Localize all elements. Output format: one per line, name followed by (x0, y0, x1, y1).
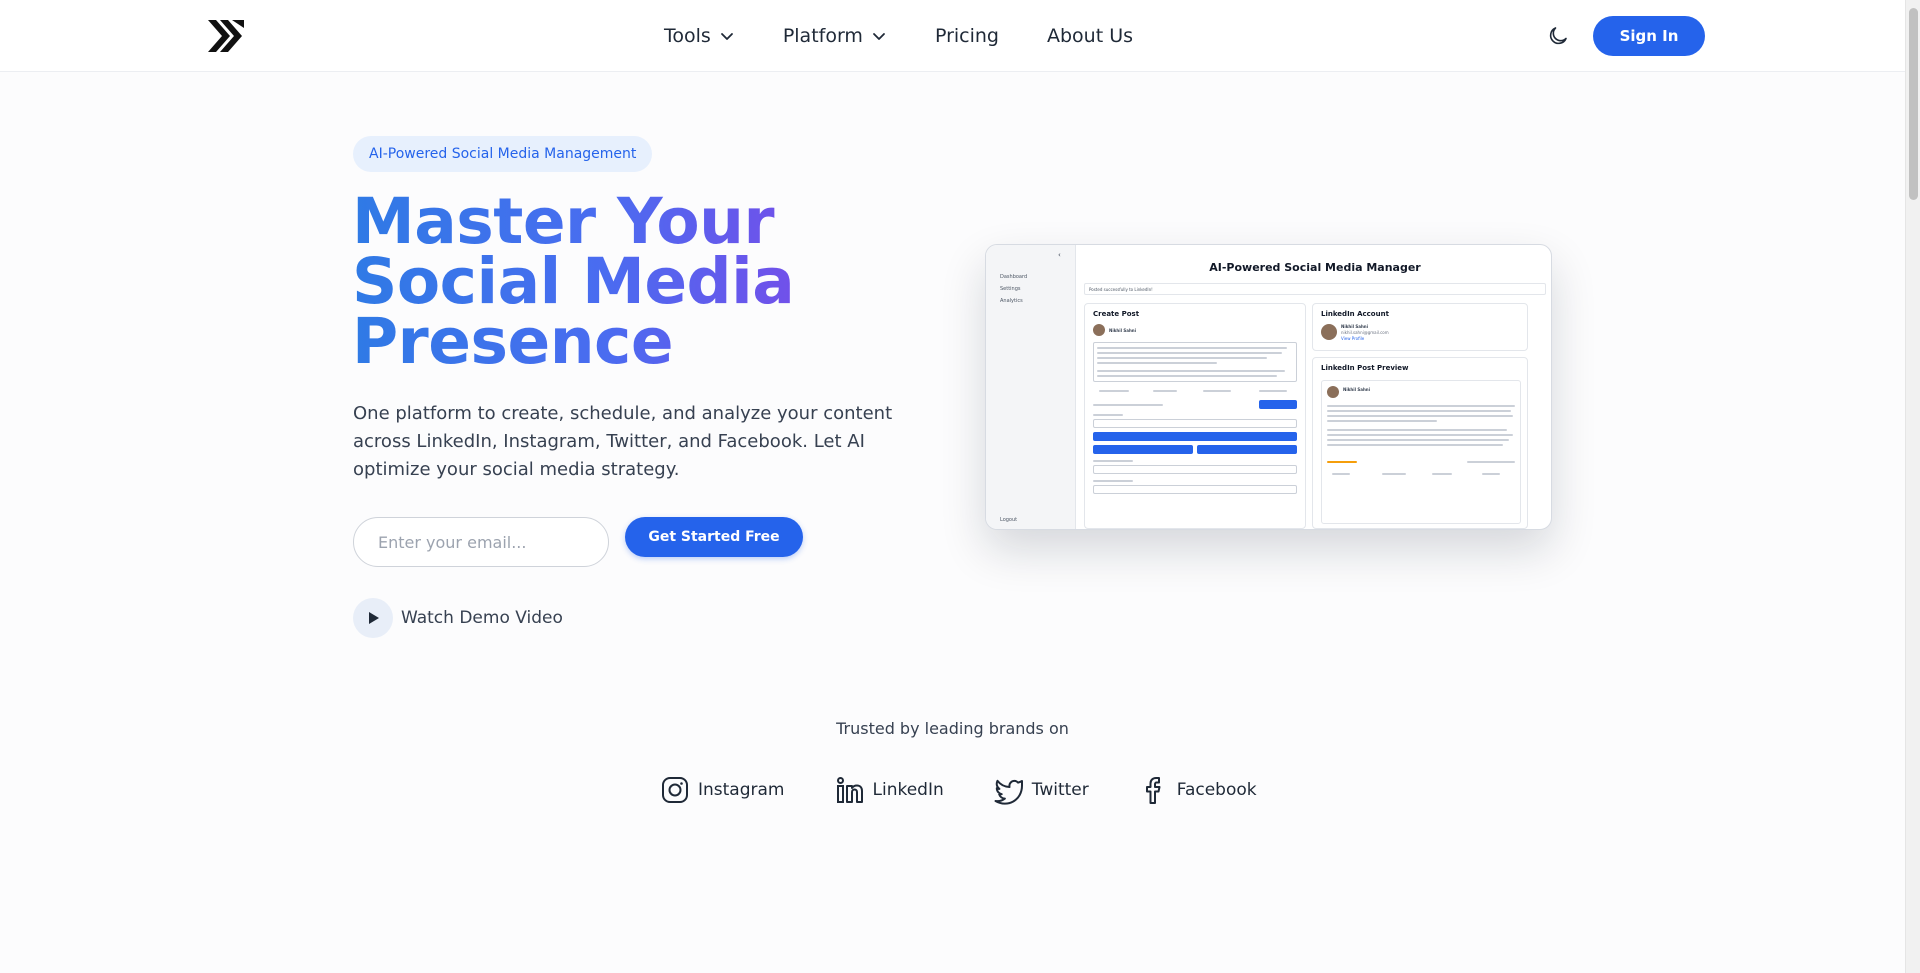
preview-sidebar-settings: Settings (1000, 286, 1021, 292)
preview-sidebar-dashboard: Dashboard (1000, 274, 1028, 280)
linkedin-icon (836, 777, 863, 803)
avatar (1327, 386, 1339, 398)
nav-platform[interactable]: Platform (783, 25, 887, 47)
preview-post-author: Nikhil Sahni (1343, 387, 1371, 392)
collapse-icon: ‹ (1058, 251, 1061, 259)
preview-generate-button (1093, 432, 1297, 441)
preview-alert: Posted successfully to LinkedIn! (1084, 283, 1546, 295)
trusted-label: Trusted by leading brands on (836, 719, 1069, 738)
avatar (1093, 324, 1105, 336)
preview-view-profile: View Profile (1341, 336, 1365, 341)
preview-create-post-card: Create Post Nikhil Sahni (1084, 303, 1306, 529)
preview-linkedin-account-card: LinkedIn Account Nikhil Sahni nikhil.sah… (1312, 303, 1528, 351)
scrollbar-thumb[interactable] (1909, 8, 1918, 200)
preview-logout: Logout (1000, 517, 1018, 523)
brand-facebook-label: Facebook (1176, 780, 1257, 800)
facebook-icon (1145, 777, 1161, 804)
sign-in-button[interactable]: Sign In (1593, 16, 1705, 56)
instagram-icon (662, 777, 688, 803)
brand-twitter-label: Twitter (1031, 780, 1089, 800)
brand-logo[interactable] (206, 18, 246, 54)
avatar (1321, 324, 1337, 340)
moon-icon[interactable] (1546, 24, 1570, 48)
preview-post-textarea (1093, 342, 1297, 382)
brand-instagram[interactable]: Instagram (660, 775, 785, 805)
brand-twitter[interactable]: Twitter (994, 775, 1089, 805)
preview-linkedin-account-title: LinkedIn Account (1321, 310, 1389, 318)
nav-pricing[interactable]: Pricing (935, 25, 999, 47)
app-preview-image: ‹ Dashboard Settings Analytics Logout AI… (985, 244, 1552, 530)
preview-post-preview-title: LinkedIn Post Preview (1321, 364, 1409, 372)
preview-sidebar-analytics: Analytics (1000, 298, 1023, 304)
play-icon (369, 612, 379, 624)
main-nav: Tools Platform Pricing About Us (664, 20, 1181, 52)
play-button[interactable] (353, 598, 393, 638)
hero-title: Master Your Social Media Presence (352, 192, 912, 372)
preview-account-name: Nikhil Sahni (1341, 324, 1369, 329)
nav-about-us[interactable]: About Us (1047, 25, 1133, 47)
nav-tools[interactable]: Tools (664, 25, 735, 47)
nav-platform-label: Platform (782, 25, 863, 47)
hero-description: One platform to create, schedule, and an… (353, 403, 893, 480)
preview-author: Nikhil Sahni (1109, 328, 1137, 333)
nav-about-label: About Us (1047, 25, 1134, 47)
brand-instagram-label: Instagram (698, 780, 785, 800)
watch-demo-link[interactable]: Watch Demo Video (353, 598, 563, 638)
hero-title-line3: Presence (352, 305, 674, 378)
get-started-button[interactable]: Get Started Free (625, 517, 803, 557)
twitter-icon (994, 779, 1023, 805)
brand-list: Instagram LinkedIn Twitter Facebook (660, 775, 1307, 805)
watch-demo-label: Watch Demo Video (401, 608, 563, 628)
email-input[interactable] (353, 517, 609, 567)
chevron-down-icon (720, 33, 733, 40)
nav-pricing-label: Pricing (934, 25, 999, 47)
preview-create-post-title: Create Post (1093, 310, 1140, 318)
preview-sidebar: ‹ Dashboard Settings Analytics Logout (986, 245, 1076, 529)
chevron-down-icon (873, 33, 885, 40)
preview-title: AI-Powered Social Media Manager (1209, 261, 1421, 274)
preview-post-preview-card: LinkedIn Post Preview Nikhil Sahni (1312, 357, 1528, 529)
preview-account-email: nikhil.sahni@gmail.com (1341, 330, 1389, 335)
preview-add-new-button (1259, 400, 1297, 409)
page-scrollbar[interactable] (1905, 0, 1920, 973)
nav-tools-label: Tools (664, 25, 711, 47)
site-header: Tools Platform Pricing About Us Sign In (0, 0, 1905, 72)
brand-linkedin[interactable]: LinkedIn (835, 775, 944, 805)
brand-facebook[interactable]: Facebook (1139, 775, 1257, 805)
hero-badge: AI-Powered Social Media Management (353, 136, 653, 172)
brand-linkedin-label: LinkedIn (872, 780, 944, 800)
